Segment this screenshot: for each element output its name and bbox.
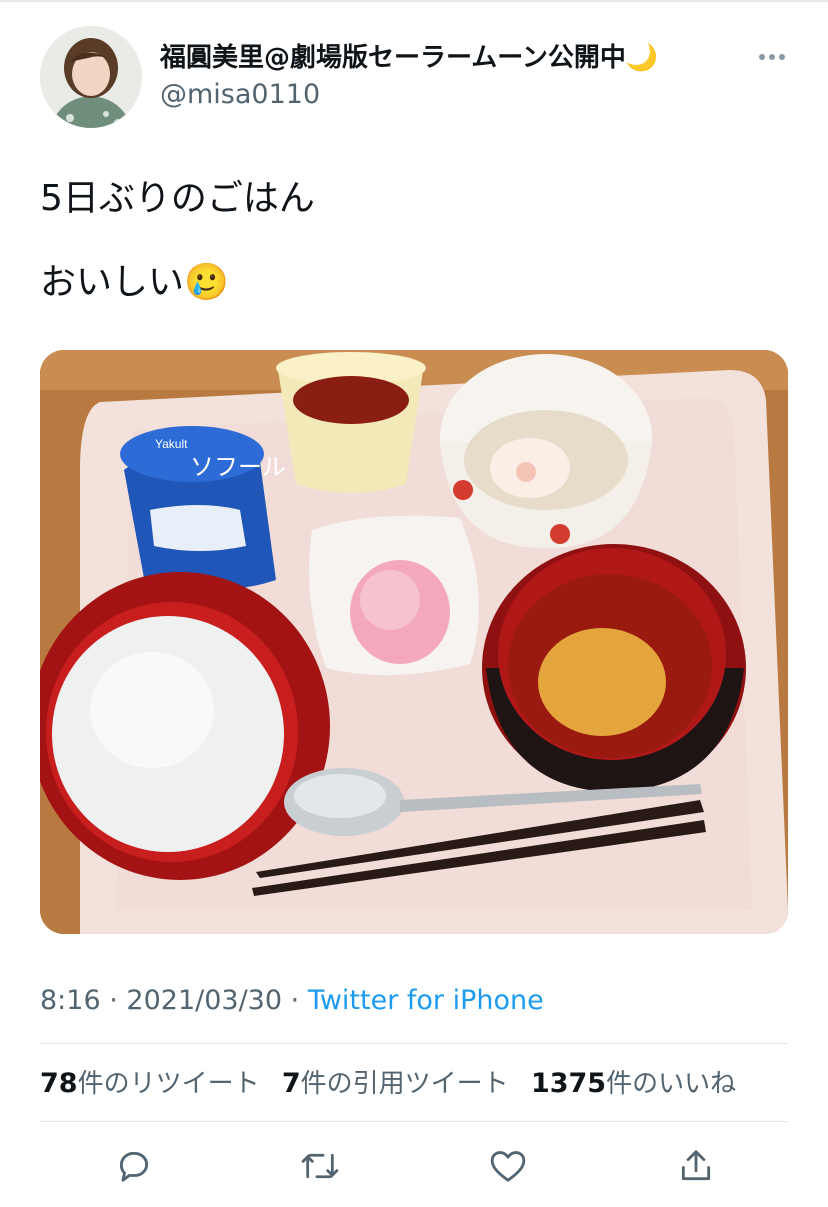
retweet-count[interactable]: 78件のリツイート <box>40 1068 260 1099</box>
quote-count[interactable]: 7件の引用ツイート <box>282 1068 509 1099</box>
reply-icon[interactable] <box>110 1142 158 1190</box>
tea-cup <box>276 352 426 493</box>
retweet-icon[interactable] <box>296 1142 344 1190</box>
avatar[interactable] <box>40 26 142 128</box>
user-handle[interactable]: @misa0110 <box>160 78 320 112</box>
tweet-time: 8:16 <box>40 985 101 1016</box>
denbu-dish <box>309 515 479 676</box>
yogurt-name-label: ソフール <box>190 453 286 481</box>
tweet-stats: 78件のリツイート 7件の引用ツイート 1375件のいいね <box>40 1066 750 1102</box>
tweet-source-link[interactable]: Twitter for iPhone <box>308 985 544 1016</box>
egg-bowl <box>440 354 652 549</box>
porridge-bowl <box>40 572 330 880</box>
display-name-text: 福圓美里@劇場版セーラームーン公開中 <box>160 43 626 73</box>
moon-emoji: 🌙 <box>625 43 659 73</box>
divider <box>40 1043 788 1044</box>
miso-bowl <box>482 544 746 792</box>
action-bar <box>40 1142 788 1190</box>
tweet-meta: 8:16 · 2021/03/30 · Twitter for iPhone <box>40 983 544 1019</box>
divider <box>40 1121 788 1122</box>
tweet-date: 2021/03/30 <box>126 985 283 1016</box>
yogurt-cup: Yakult ソフール <box>120 426 286 590</box>
yogurt-brand-label: Yakult <box>155 437 188 451</box>
more-icon[interactable] <box>752 42 792 72</box>
tweet-line-1: 5日ぶりのごはん <box>40 178 315 219</box>
display-name[interactable]: 福圓美里@劇場版セーラームーン公開中🌙 <box>160 40 658 76</box>
like-icon[interactable] <box>484 1142 532 1190</box>
like-count[interactable]: 1375件のいいね <box>531 1068 736 1099</box>
meta-separator: · <box>109 985 118 1016</box>
tweet-text: 5日ぶりのごはん おいしい🥲 <box>40 172 800 340</box>
tweet-photo[interactable]: Yakult ソフール <box>40 350 788 934</box>
share-icon[interactable] <box>672 1142 720 1190</box>
crying-smile-emoji: 🥲 <box>184 262 229 303</box>
meta-separator: · <box>290 985 300 1016</box>
top-divider <box>0 0 828 2</box>
tweet-line-2: おいしい🥲 <box>40 262 229 303</box>
